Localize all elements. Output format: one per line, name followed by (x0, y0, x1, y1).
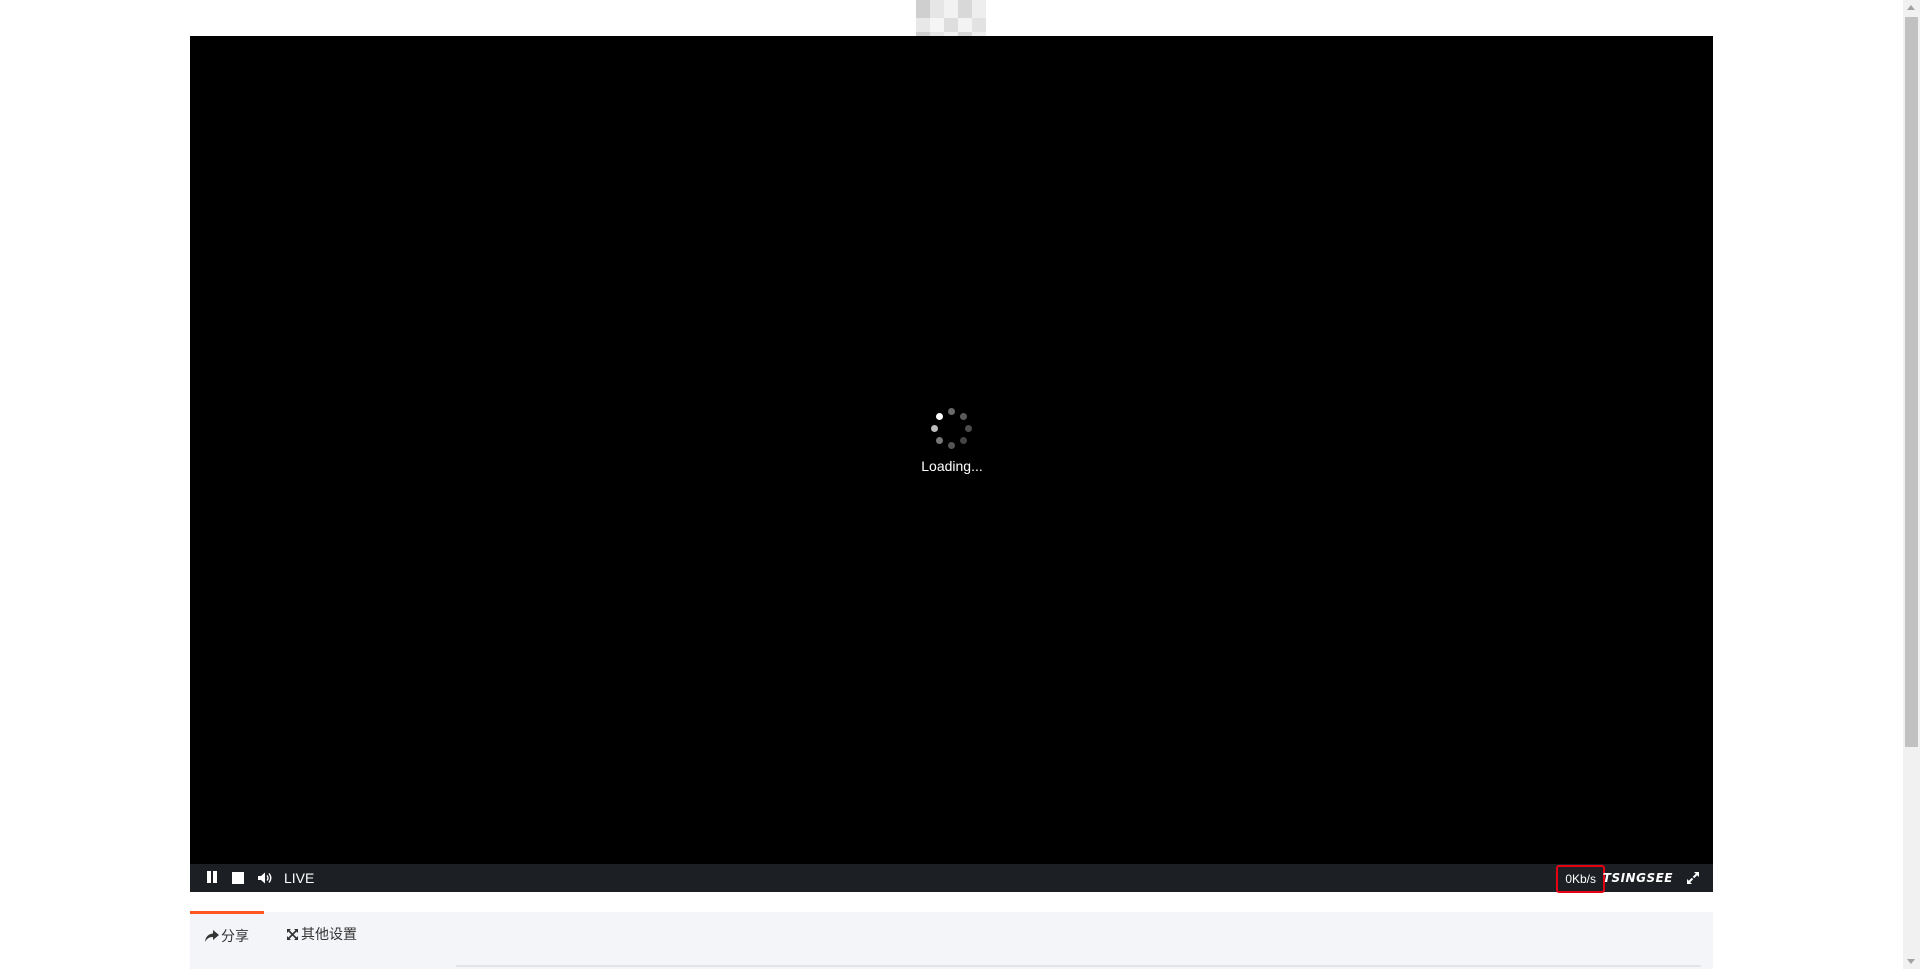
content-divider (456, 965, 1701, 967)
tab-bar: 分享 其他设置 (190, 911, 1713, 969)
bitrate-value: 0Kb/s (1565, 872, 1596, 886)
player-control-bar: LIVE 0Kb/s TSINGSEE (190, 864, 1713, 893)
share-icon (205, 930, 219, 942)
vertical-scrollbar[interactable] (1903, 0, 1920, 969)
tab-share-label: 分享 (221, 928, 249, 944)
loading-spinner-icon (930, 408, 974, 452)
scroll-up-icon[interactable] (1907, 5, 1915, 10)
pause-button[interactable] (202, 864, 222, 892)
volume-icon (258, 872, 272, 884)
tab-share[interactable]: 分享 (190, 911, 264, 958)
fullscreen-button[interactable] (1683, 864, 1703, 892)
volume-button[interactable] (254, 864, 276, 892)
scroll-down-icon[interactable] (1907, 959, 1915, 964)
stop-icon (232, 872, 244, 884)
tab-settings-label: 其他设置 (301, 926, 357, 942)
tab-other-settings[interactable]: 其他设置 (282, 912, 361, 956)
bitrate-indicator: 0Kb/s (1556, 865, 1605, 893)
blurred-title (878, 0, 1006, 36)
live-label: LIVE (284, 870, 315, 886)
scrollbar-thumb[interactable] (1905, 17, 1918, 747)
settings-icon (287, 928, 298, 940)
pause-icon (206, 870, 218, 886)
fullscreen-icon (1687, 872, 1699, 884)
loading-text: Loading... (921, 458, 983, 474)
video-player[interactable]: Loading... LIVE 0Kb/s TSINGSEE (190, 36, 1713, 893)
brand-logo: TSINGSEE (1602, 871, 1673, 885)
stop-button[interactable] (228, 864, 248, 892)
page: Loading... LIVE 0Kb/s TSINGSEE 分享 其他设置 (0, 0, 1920, 969)
